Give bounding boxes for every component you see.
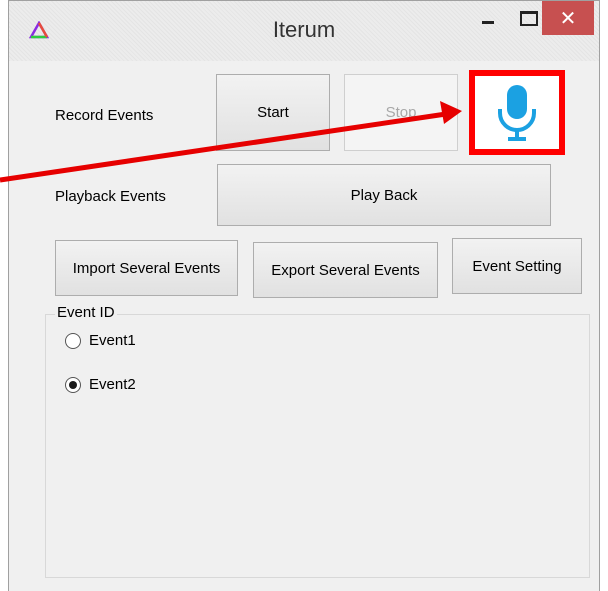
event1-label: Event1 (89, 332, 136, 349)
event-setting-button[interactable]: Event Setting (452, 238, 582, 294)
microphone-highlight (469, 70, 565, 155)
app-window: Iterum ✕ Record Events Start Stop Playba… (8, 0, 600, 591)
event2-option[interactable]: Event2 (65, 376, 136, 393)
event-id-legend: Event ID (55, 304, 117, 321)
selected-dot (69, 380, 77, 389)
form-body: Record Events Start Stop Playback Events… (17, 61, 592, 591)
title-bar[interactable]: Iterum ✕ (9, 1, 599, 61)
close-button[interactable]: ✕ (542, 1, 594, 35)
export-events-button[interactable]: Export Several Events (253, 242, 438, 298)
import-events-button[interactable]: Import Several Events (55, 240, 238, 296)
close-icon: ✕ (559, 7, 577, 30)
play-back-button[interactable]: Play Back (217, 164, 551, 226)
minimize-icon (482, 20, 494, 24)
record-events-label: Record Events (55, 107, 154, 124)
start-button[interactable]: Start (216, 74, 330, 151)
minimize-button[interactable] (465, 1, 511, 35)
event1-radio[interactable] (65, 332, 81, 349)
event2-radio[interactable] (65, 376, 81, 393)
event-id-group (45, 314, 590, 578)
playback-events-label: Playback Events (55, 188, 166, 205)
stop-button[interactable]: Stop (344, 74, 458, 151)
event1-option[interactable]: Event1 (65, 332, 136, 349)
event2-label: Event2 (89, 376, 136, 393)
microphone-icon[interactable] (495, 83, 539, 143)
maximize-icon (520, 10, 538, 26)
